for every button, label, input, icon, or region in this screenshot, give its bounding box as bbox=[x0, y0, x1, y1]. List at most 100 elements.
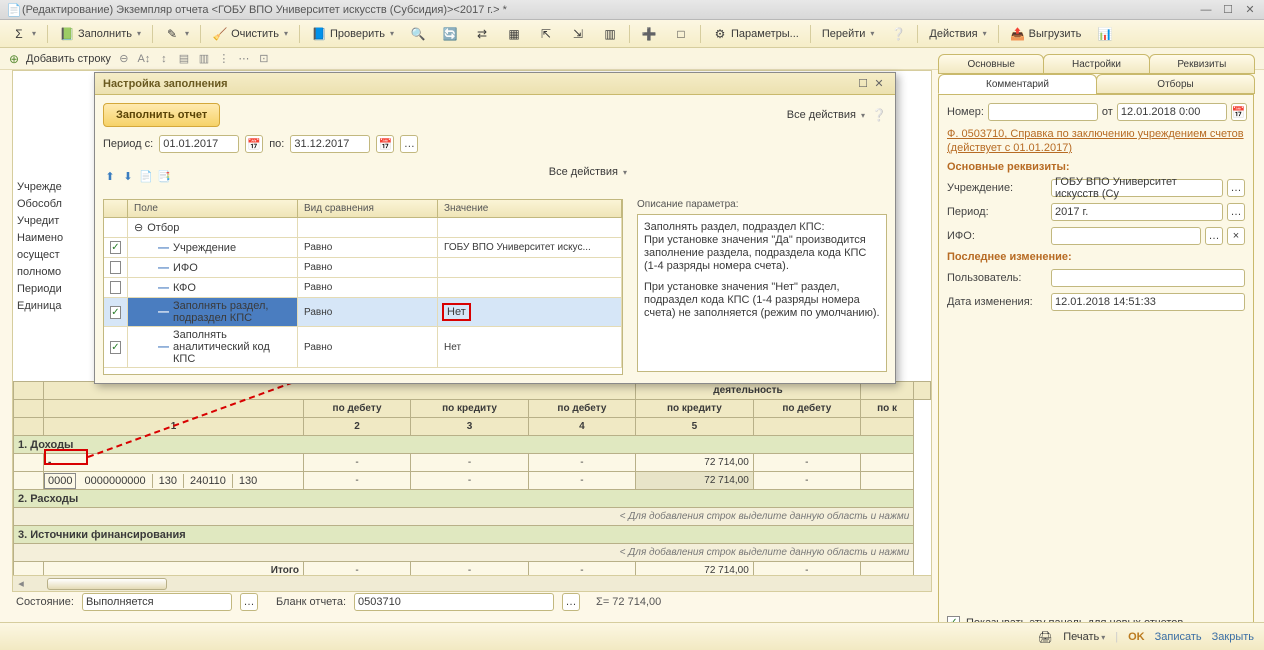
ifo-input[interactable] bbox=[1051, 227, 1201, 245]
period-from-input[interactable]: 01.01.2017 bbox=[159, 135, 239, 153]
tab-main[interactable]: Основные bbox=[938, 54, 1044, 74]
sigma-button[interactable]: Σ▾ bbox=[4, 23, 43, 45]
last-change-hdr: Последнее изменение: bbox=[947, 251, 1245, 263]
print-icon[interactable]: 🖨 bbox=[1037, 629, 1053, 645]
fill-report-button[interactable]: Заполнить отчет bbox=[103, 103, 220, 127]
check-button[interactable]: 📘Проверить▾ bbox=[304, 23, 401, 45]
tb-ico-6[interactable]: ⇲ bbox=[563, 23, 593, 45]
st-ico-7[interactable]: ⋯ bbox=[237, 52, 251, 66]
left-labels: УчреждеОбособлУчредит Наименоосущестполн… bbox=[17, 179, 63, 315]
st-ico-3[interactable]: ↕ bbox=[157, 52, 171, 66]
close-link[interactable]: Закрыть bbox=[1212, 631, 1254, 643]
tb-ico-8[interactable]: ➕ bbox=[634, 23, 664, 45]
st-ico-6[interactable]: ⋮ bbox=[217, 52, 231, 66]
dialog-help-icon[interactable]: ☐ bbox=[855, 77, 871, 91]
pencil-button[interactable]: ✎▾ bbox=[157, 23, 196, 45]
grid-row-ifo[interactable]: —ИФОРавно bbox=[104, 258, 622, 278]
window-title: (Редактирование) Экземпляр отчета <ГОБУ … bbox=[22, 4, 1198, 16]
tb-ico-4[interactable]: ▦ bbox=[499, 23, 529, 45]
ifo-pick[interactable]: … bbox=[1205, 227, 1223, 245]
main-req-hdr: Основные реквизиты: bbox=[947, 161, 1245, 173]
tb-ico-2[interactable]: 🔄 bbox=[435, 23, 465, 45]
grid-row-uchr[interactable]: ✓—УчреждениеРавноГОБУ ВПО Университет ис… bbox=[104, 238, 622, 258]
state-picker[interactable]: … bbox=[240, 593, 258, 611]
blank-picker[interactable]: … bbox=[562, 593, 580, 611]
doc-icon[interactable]: 📄 bbox=[139, 169, 153, 183]
tb-ico-1[interactable]: 🔍 bbox=[403, 23, 433, 45]
form-link[interactable]: Ф. 0503710, Справка по заключению учрежд… bbox=[947, 127, 1245, 155]
dialog-title: Настройка заполнения bbox=[103, 78, 855, 90]
tb-ico-9[interactable]: □ bbox=[666, 23, 696, 45]
user-input[interactable] bbox=[1051, 269, 1245, 287]
report-table[interactable]: деятельность по дебетупо кредитупо дебет… bbox=[13, 381, 931, 571]
tb-ico-last[interactable]: 📊 bbox=[1090, 23, 1120, 45]
grid-row-kfo[interactable]: —КФОРавно bbox=[104, 278, 622, 298]
maximize-button[interactable]: ☐ bbox=[1220, 3, 1236, 17]
sigma-total: Σ= 72 714,00 bbox=[596, 596, 661, 608]
tab-req[interactable]: Реквизиты bbox=[1149, 54, 1255, 74]
actions-button[interactable]: Действия▾ bbox=[922, 23, 993, 45]
tab-filters[interactable]: Отборы bbox=[1096, 74, 1255, 94]
params-button[interactable]: ⚙Параметры... bbox=[705, 23, 806, 45]
number-input[interactable] bbox=[988, 103, 1098, 121]
ifo-clear[interactable]: × bbox=[1227, 227, 1245, 245]
st-ico-5[interactable]: ▥ bbox=[197, 52, 211, 66]
date-input[interactable]: 12.01.2018 0:00 bbox=[1117, 103, 1227, 121]
grid-row-fill-section[interactable]: ✓—Заполнять раздел, подраздел КПСРавноНе… bbox=[104, 298, 622, 327]
period-to-input[interactable]: 31.12.2017 bbox=[290, 135, 370, 153]
uchr-input[interactable]: ГОБУ ВПО Университет искусств (Су bbox=[1051, 179, 1223, 197]
period-to-cal-icon[interactable]: 📅 bbox=[376, 135, 394, 153]
tb-ico-5[interactable]: ⇱ bbox=[531, 23, 561, 45]
period-input[interactable]: 2017 г. bbox=[1051, 203, 1223, 221]
fill-button[interactable]: 📗Заполнить▾ bbox=[52, 23, 148, 45]
period-from-cal-icon[interactable]: 📅 bbox=[245, 135, 263, 153]
titlebar: 📄 (Редактирование) Экземпляр отчета <ГОБ… bbox=[0, 0, 1264, 20]
chg-input: 12.01.2018 14:51:33 bbox=[1051, 293, 1245, 311]
tb-ico-3[interactable]: ⇄ bbox=[467, 23, 497, 45]
period-extra-button[interactable]: … bbox=[400, 135, 418, 153]
blank-input[interactable]: 0503710 bbox=[354, 593, 554, 611]
highlight-0000 bbox=[44, 449, 88, 465]
arrow-up-icon[interactable]: ⬆ bbox=[103, 169, 117, 183]
uchr-pick[interactable]: … bbox=[1227, 179, 1245, 197]
st-ico-1[interactable]: ⊖ bbox=[117, 52, 131, 66]
arrow-down-icon[interactable]: ⬇ bbox=[121, 169, 135, 183]
blank-label: Бланк отчета: bbox=[276, 596, 346, 608]
grid-all-actions[interactable]: Все действия▾ bbox=[549, 166, 627, 178]
data-row[interactable]: − 00000000000000130240110130 ---72 714,0… bbox=[14, 472, 931, 490]
ok-button[interactable]: OK bbox=[1128, 631, 1145, 643]
main-toolbar: Σ▾ 📗Заполнить▾ ✎▾ 🧹Очистить▾ 📘Проверить▾… bbox=[0, 20, 1264, 48]
export-button[interactable]: 📤Выгрузить bbox=[1003, 23, 1089, 45]
app-icon: 📄 bbox=[6, 2, 22, 18]
calendar-icon[interactable]: 📅 bbox=[1231, 103, 1247, 121]
save-button[interactable]: Записать bbox=[1155, 631, 1202, 643]
goto-button[interactable]: Перейти▾ bbox=[815, 23, 882, 45]
close-button[interactable]: ✕ bbox=[1242, 3, 1258, 17]
bottombar: 🖨 Печать▾ | OK Записать Закрыть bbox=[0, 622, 1264, 650]
state-input[interactable]: Выполняется bbox=[82, 593, 232, 611]
grid-row-fill-analytic[interactable]: ✓—Заполнять аналитический код КПСРавноНе… bbox=[104, 327, 622, 368]
tab-settings[interactable]: Настройки bbox=[1043, 54, 1149, 74]
dialog-help-round-icon[interactable]: ❔ bbox=[871, 107, 887, 123]
value-net-highlight: Нет bbox=[442, 303, 471, 321]
st-ico-4[interactable]: ▤ bbox=[177, 52, 191, 66]
st-ico-2[interactable]: A↕ bbox=[137, 52, 151, 66]
statusbar: Состояние: Выполняется … Бланк отчета: 0… bbox=[12, 590, 932, 614]
fill-settings-dialog: Настройка заполнения ☐ ✕ Заполнить отчет… bbox=[94, 72, 896, 384]
grid-row-otbor[interactable]: ⊖Отбор bbox=[104, 218, 622, 238]
h-scrollbar[interactable]: ◂ bbox=[13, 575, 931, 591]
clear-button[interactable]: 🧹Очистить▾ bbox=[205, 23, 295, 45]
dialog-all-actions-top[interactable]: Все действия▾ bbox=[787, 109, 865, 121]
side-panel: Номер: от 12.01.2018 0:00 📅 Ф. 0503710, … bbox=[938, 94, 1254, 638]
help-button[interactable]: ❔ bbox=[883, 23, 913, 45]
print-button[interactable]: Печать▾ bbox=[1063, 631, 1105, 643]
filter-grid[interactable]: ПолеВид сравненияЗначение ⊖Отбор ✓—Учреж… bbox=[103, 199, 623, 375]
period-pick[interactable]: … bbox=[1227, 203, 1245, 221]
dialog-close-icon[interactable]: ✕ bbox=[871, 77, 887, 91]
add-row-button[interactable]: ⊕Добавить строку bbox=[6, 51, 111, 67]
st-ico-8[interactable]: ⊡ bbox=[257, 52, 271, 66]
tab-comment[interactable]: Комментарий bbox=[938, 74, 1097, 94]
tb-ico-7[interactable]: ▥ bbox=[595, 23, 625, 45]
minimize-button[interactable]: — bbox=[1198, 3, 1214, 17]
docs-icon[interactable]: 📑 bbox=[157, 169, 171, 183]
